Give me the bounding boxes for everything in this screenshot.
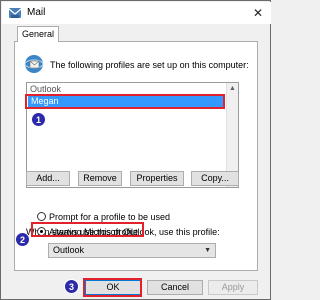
close-icon[interactable]: ✕ — [251, 6, 265, 20]
tab-general[interactable]: General — [17, 26, 59, 42]
list-item-megan[interactable]: Megan — [28, 95, 225, 107]
ok-button[interactable]: OK — [85, 280, 141, 295]
radio-label: Prompt for a profile to be used — [49, 212, 171, 222]
radio-label: Always use this profile — [49, 227, 139, 237]
general-panel: The following profiles are set up on thi… — [14, 41, 258, 271]
properties-button[interactable]: Properties — [130, 171, 184, 186]
mail-app-icon — [8, 8, 22, 18]
apply-button: Apply — [208, 280, 258, 295]
window-title: Mail — [27, 7, 46, 18]
title-bar: Mail ✕ — [2, 2, 271, 24]
step-marker-1: 1 — [31, 112, 46, 127]
remove-button[interactable]: Remove — [78, 171, 122, 186]
step-marker-2: 2 — [15, 232, 30, 247]
add-button[interactable]: Add... — [26, 171, 70, 186]
step-marker-3: 3 — [64, 279, 79, 294]
scroll-up-icon[interactable]: ▲ — [227, 83, 238, 94]
radio-button-checked[interactable] — [37, 227, 46, 236]
profiles-icon — [24, 55, 44, 73]
intro-text: The following profiles are set up on thi… — [50, 60, 249, 70]
chevron-down-icon[interactable]: ▼ — [204, 244, 211, 257]
list-header: Outlook — [30, 84, 62, 94]
copy-button[interactable]: Copy... — [191, 171, 239, 186]
select-value: Outlook — [53, 245, 85, 255]
profile-select[interactable]: Outlook ▼ — [48, 243, 216, 258]
cancel-button[interactable]: Cancel — [147, 280, 203, 295]
mail-dialog: Mail ✕ General The following profiles ar… — [0, 0, 271, 300]
radio-button[interactable] — [37, 212, 46, 221]
